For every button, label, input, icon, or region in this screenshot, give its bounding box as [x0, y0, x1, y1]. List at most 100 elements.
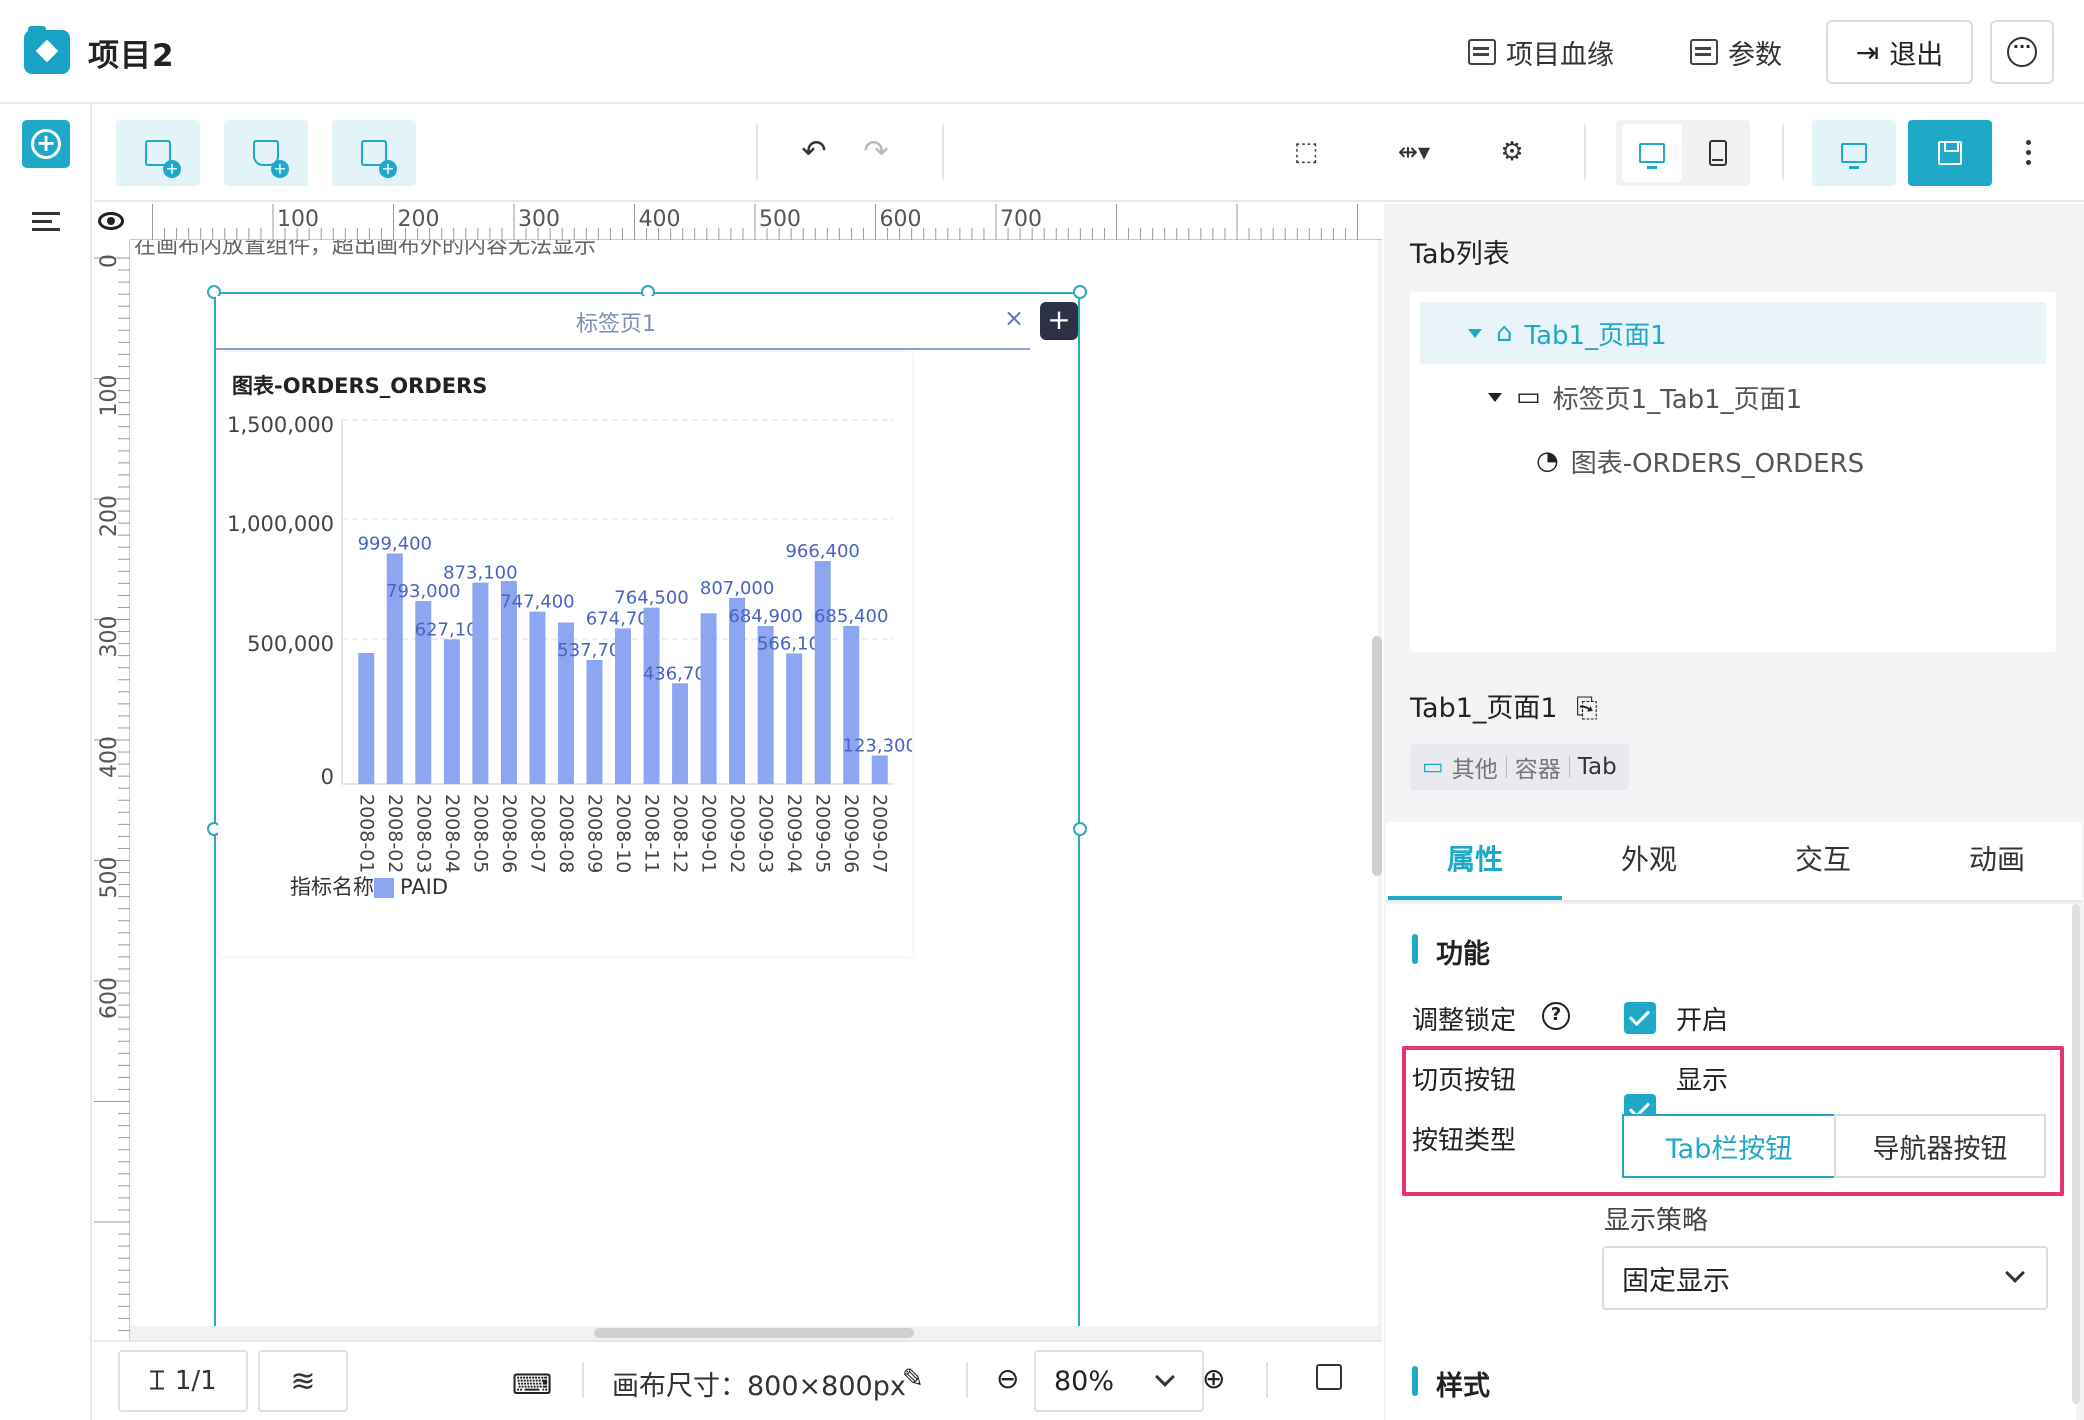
bar[interactable] [586, 659, 603, 784]
eye-icon[interactable] [98, 212, 124, 230]
lock-value: 开启 [1676, 1006, 1729, 1036]
add-chart-button[interactable] [116, 120, 200, 186]
logout-button[interactable]: ⇥ 退出 [1826, 20, 1973, 84]
x-tick-label: 2009-03 [755, 794, 777, 873]
edit-size-icon[interactable]: ✎ [902, 1364, 924, 1394]
tab-animation[interactable]: 动画 [1910, 838, 2084, 878]
lock-checkbox[interactable] [1624, 1002, 1656, 1034]
tree-item-label: 图表-ORDERS_ORDERS [1570, 448, 1865, 479]
rename-icon[interactable]: ⎘ [1576, 693, 1598, 724]
ruler-h-label: 200 [398, 207, 440, 232]
tab-appearance[interactable]: 外观 [1562, 838, 1736, 878]
add-filter-button[interactable] [224, 120, 308, 186]
display-strategy-select[interactable]: 固定显示 [1602, 1246, 2048, 1310]
legend-swatch[interactable] [374, 878, 394, 898]
horizontal-ruler: 100 200 300 400 500 600 700 [130, 204, 1382, 240]
fit-screen-icon[interactable] [1316, 1364, 1342, 1390]
page-indicator-button[interactable]: ⌶ 1/1 [118, 1350, 248, 1412]
tree-item-chart[interactable]: ◔ 图表-ORDERS_ORDERS [1420, 430, 2046, 492]
ruler-h-label: 400 [639, 207, 681, 232]
layers-button[interactable]: ≋ [258, 1350, 348, 1412]
bar[interactable] [615, 628, 631, 784]
logout-label: 退出 [1889, 39, 1944, 71]
mobile-view-button[interactable] [1690, 124, 1746, 182]
page-settings-button[interactable]: ⚙ [1492, 132, 1532, 172]
align-icon: ⇹▾ [1397, 138, 1431, 166]
add-table-button[interactable] [332, 120, 416, 186]
button-type-label: 按钮类型 [1412, 1126, 1517, 1156]
add-component-button[interactable]: + [22, 120, 70, 168]
tab-interaction[interactable]: 交互 [1736, 838, 1910, 878]
tree-item-label: 标签页1_Tab1_页面1 [1552, 384, 1803, 415]
bar[interactable] [472, 582, 489, 784]
select-tool-button[interactable]: ⬚ [1286, 132, 1326, 172]
navigator-button-option[interactable]: 导航器按钮 [1834, 1114, 2046, 1178]
tree-item-tab1-page1[interactable]: ⌂ Tab1_页面1 [1420, 302, 2046, 364]
x-tick-label: 2008-12 [669, 794, 691, 873]
align-dropdown-button[interactable]: ⇹▾ [1384, 132, 1444, 172]
ruler-h-label: 600 [880, 207, 922, 232]
bar[interactable] [814, 561, 831, 784]
bar[interactable] [443, 639, 460, 784]
bar[interactable] [358, 652, 375, 784]
keyboard-shortcuts-icon[interactable]: ⌨ [512, 1368, 552, 1401]
bar[interactable] [871, 755, 888, 784]
toolbar-more-button[interactable] [2016, 132, 2040, 172]
bar[interactable] [843, 625, 860, 784]
y-tick-label: 0 [321, 765, 334, 789]
tab-label[interactable]: 标签页1 [216, 306, 1016, 338]
inbox-icon: ⌂ [1496, 318, 1513, 348]
legend-label[interactable]: PAID [400, 875, 448, 899]
zoom-select[interactable]: 80% [1034, 1350, 1204, 1412]
help-icon[interactable]: ? [1542, 1002, 1570, 1030]
page-indicator: 1/1 [174, 1366, 217, 1396]
vertical-scroll-thumb[interactable] [1372, 636, 1382, 876]
preview-button[interactable] [1812, 120, 1896, 186]
tab-properties[interactable]: 属性 [1388, 838, 1562, 878]
zoom-in-icon[interactable]: ⊕ [1202, 1362, 1225, 1395]
tab-add-button[interactable]: + [1040, 302, 1078, 340]
more-options-button[interactable]: ··· [1990, 20, 2054, 84]
redo-button[interactable]: ↷ [856, 132, 896, 172]
ruler-h-label: 300 [518, 207, 560, 232]
ruler-v-label: 100 [97, 375, 122, 417]
resize-handle-ne[interactable] [1073, 285, 1087, 299]
layers-icon: ≋ [290, 1363, 316, 1399]
zoom-out-icon[interactable]: ⊖ [996, 1362, 1019, 1395]
horizontal-scroll-thumb[interactable] [594, 1328, 914, 1338]
tab-close-icon[interactable]: × [1004, 304, 1024, 332]
y-tick-label: 1,000,000 [227, 512, 334, 536]
section-function-title: 功能 [1436, 939, 1490, 970]
data-label: 873,100 [443, 563, 517, 584]
desktop-icon [1639, 143, 1665, 169]
divider [1782, 124, 1784, 180]
resize-handle-e[interactable] [1073, 822, 1087, 836]
params-label: 参数 [1728, 39, 1782, 71]
add-chart-icon [145, 140, 181, 178]
bar[interactable] [643, 607, 660, 784]
bar[interactable] [786, 653, 803, 784]
project-lineage-button[interactable]: 项目血缘 [1468, 28, 1614, 76]
tree-item-tab-page[interactable]: ▭ 标签页1_Tab1_页面1 [1420, 366, 2046, 428]
mobile-icon [1709, 140, 1727, 166]
params-icon [1690, 39, 1718, 65]
x-tick-label: 2008-02 [384, 794, 406, 873]
x-tick-label: 2009-05 [812, 794, 834, 873]
section-marker [1412, 1366, 1418, 1396]
panel-scrollbar[interactable] [2072, 904, 2080, 1404]
strategy-label: 显示策略 [1604, 1206, 1709, 1236]
x-tick-label: 2008-04 [441, 794, 463, 873]
tab-list-title: Tab列表 [1410, 239, 1510, 270]
bar-chart: 1,500,000 1,000,000 500,000 0 2008-01 999,400… [227, 413, 912, 899]
ruler-v-label: 500 [97, 857, 122, 899]
outline-list-icon[interactable] [32, 212, 60, 236]
tab-bar-button-option[interactable]: Tab栏按钮 [1622, 1114, 1836, 1178]
undo-button[interactable]: ↶ [794, 132, 834, 172]
x-tick-label: 2008-03 [412, 794, 434, 873]
params-button[interactable]: 参数 [1690, 28, 1782, 76]
bar[interactable] [700, 613, 717, 784]
bar[interactable] [672, 683, 689, 784]
bar[interactable] [529, 611, 546, 784]
desktop-view-button[interactable] [1622, 124, 1682, 182]
save-button[interactable] [1908, 120, 1992, 186]
